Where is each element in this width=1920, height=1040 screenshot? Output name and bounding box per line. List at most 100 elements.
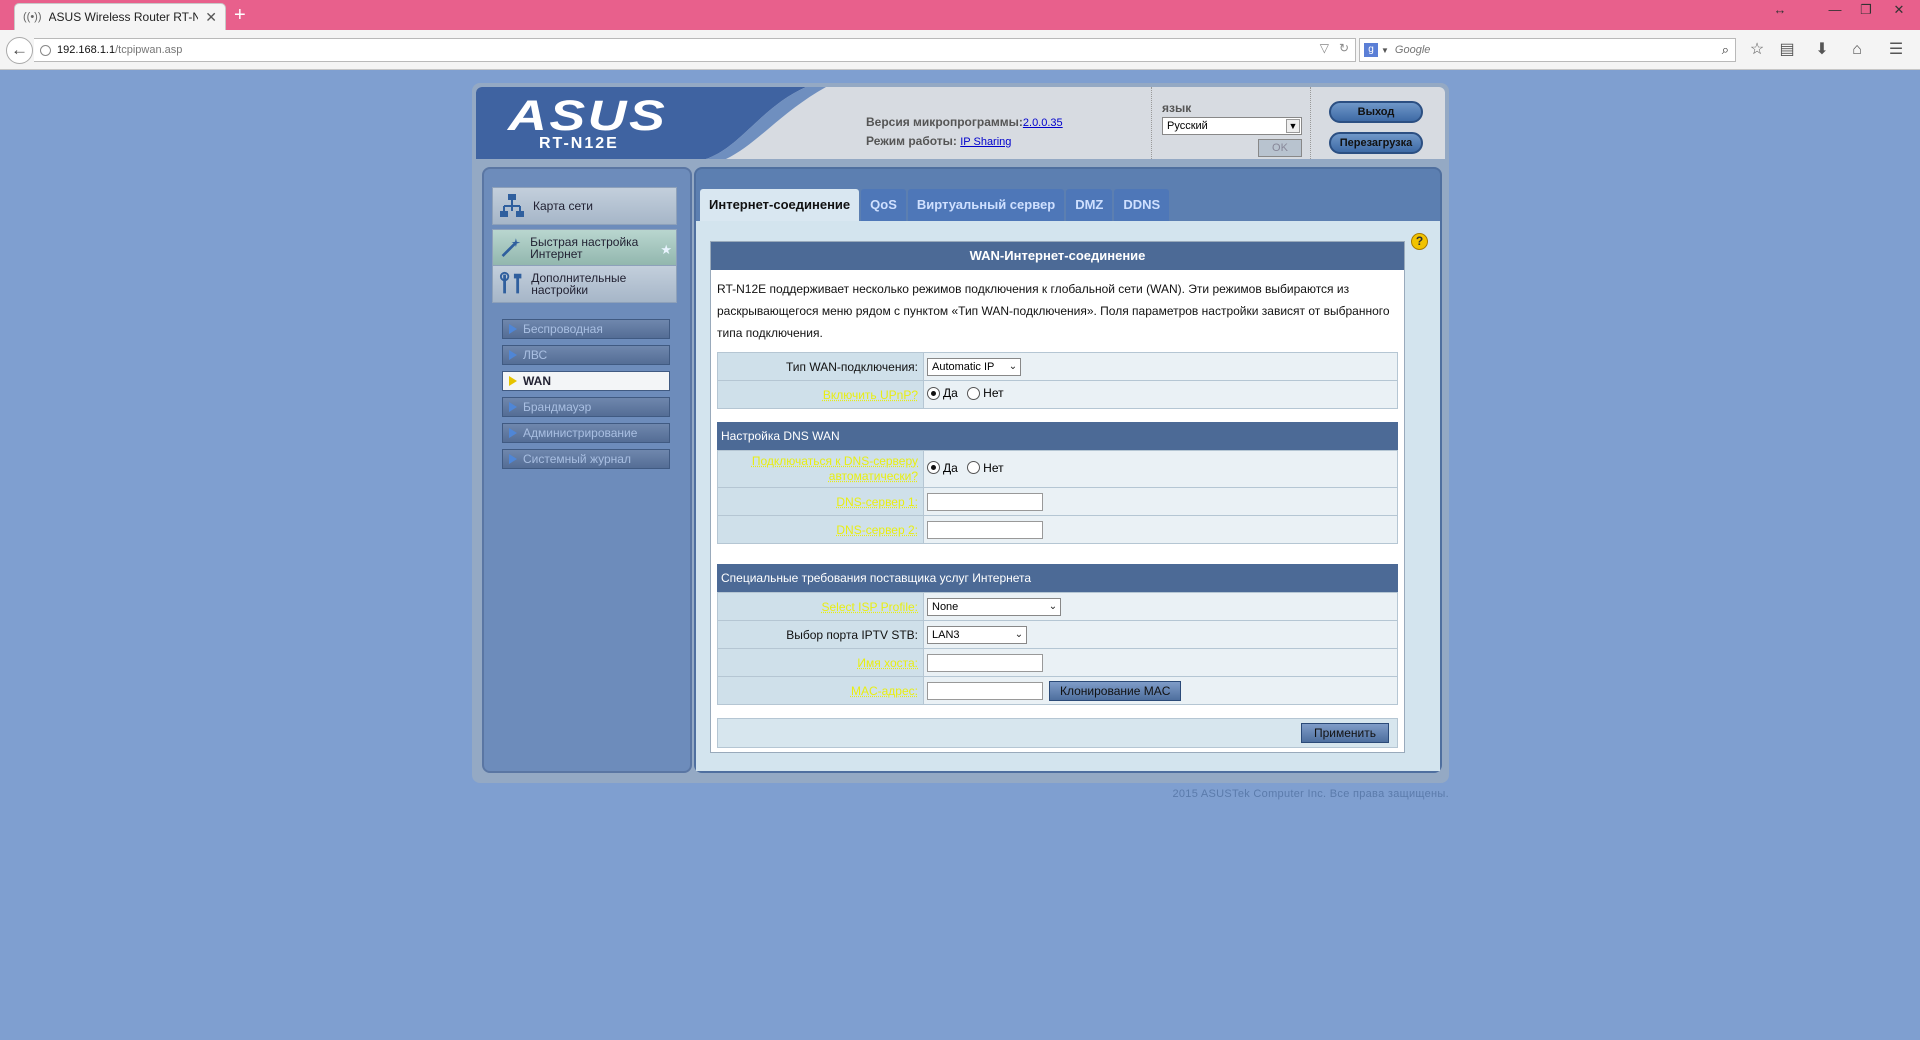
wan-settings-box: WAN-Интернет-соединение RT-N12E поддержи…	[710, 241, 1405, 753]
tab-bar: Интернет-соединение QoS Виртуальный серв…	[700, 189, 1170, 221]
dns1-input[interactable]	[927, 492, 1043, 511]
mac-label[interactable]: MAC-адрес:	[717, 676, 924, 705]
reboot-button[interactable]: Перезагрузка	[1329, 132, 1423, 154]
table-row: Имя хоста:	[717, 648, 1398, 677]
radio-label: Нет	[983, 386, 1004, 401]
table-row: Подключаться к DNS-серверу автоматически…	[717, 450, 1398, 488]
address-bar[interactable]: 192.168.1.1/tcpipwan.asp ▽ ↻	[34, 38, 1356, 62]
sidebar-item-advanced[interactable]: Дополнительные настройки	[492, 265, 677, 303]
upnp-no-radio[interactable]: Нет	[967, 386, 1004, 401]
tab-title: ASUS Wireless Router RT-N...	[48, 10, 199, 24]
resize-icon[interactable]: ↔	[1765, 1, 1795, 21]
firmware-version-link[interactable]: 2.0.0.35	[1023, 117, 1063, 129]
search-icon[interactable]: ⌕	[1722, 42, 1729, 58]
sidebar-item-quick-setup[interactable]: Быстрая настройка Интернет ★	[492, 229, 677, 267]
search-bar[interactable]: g ▼ ⌕	[1359, 38, 1736, 62]
sidebar-item-wireless[interactable]: Беспроводная	[502, 319, 670, 339]
mode-link[interactable]: IP Sharing	[960, 136, 1011, 148]
iptv-label: Выбор порта IPTV STB:	[717, 620, 924, 649]
upnp-label[interactable]: Включить UPnP?	[717, 380, 924, 409]
minimize-button[interactable]: —	[1820, 1, 1850, 21]
sidebar-item-network-map[interactable]: Карта сети	[492, 187, 677, 225]
dns-auto-label[interactable]: Подключаться к DNS-серверу автоматически…	[717, 450, 924, 488]
bookmark-star-icon[interactable]: ☆	[1747, 42, 1767, 60]
isp-profile-label[interactable]: Select ISP Profile:	[717, 592, 924, 621]
maximize-button[interactable]: ❐	[1851, 1, 1881, 21]
box-description: RT-N12E поддерживает несколько режимов п…	[717, 282, 1390, 340]
url-path: /tcpipwan.asp	[115, 44, 183, 56]
mac-input[interactable]	[927, 681, 1043, 700]
mode-label: Режим работы:	[866, 134, 957, 148]
home-icon[interactable]: ⌂	[1847, 42, 1867, 60]
tab-internet-connection[interactable]: Интернет-соединение	[700, 189, 860, 221]
box-title: WAN-Интернет-соединение	[711, 242, 1404, 270]
wan-type-select[interactable]: Automatic IP ⌄	[927, 357, 1021, 376]
table-row: Select ISP Profile: None ⌄	[717, 592, 1398, 621]
hostname-label[interactable]: Имя хоста:	[717, 648, 924, 677]
dropdown-icon[interactable]: ▽	[1320, 41, 1329, 55]
browser-tab[interactable]: ((•)) ASUS Wireless Router RT-N... ✕	[14, 3, 226, 30]
reload-icon[interactable]: ↻	[1339, 41, 1349, 55]
new-tab-button[interactable]: +	[234, 4, 246, 26]
browser-navbar: ← 192.168.1.1/tcpipwan.asp ▽ ↻ g ▼ ⌕ ☆ ▤…	[0, 30, 1920, 70]
table-row: DNS-сервер 2:	[717, 515, 1398, 544]
dns-section-header: Настройка DNS WAN	[717, 422, 1398, 450]
menu-icon[interactable]: ☰	[1886, 42, 1906, 60]
logout-button[interactable]: Выход	[1329, 101, 1423, 123]
isp-profile-select[interactable]: None ⌄	[927, 597, 1061, 616]
tab-ddns[interactable]: DDNS	[1114, 189, 1170, 221]
reading-list-icon[interactable]: ▤	[1777, 42, 1797, 60]
hostname-input[interactable]	[927, 653, 1043, 672]
table-row: Тип WAN-подключения: Automatic IP ⌄	[717, 352, 1398, 381]
sidebar-item-label: Администрирование	[523, 426, 638, 440]
dns2-input[interactable]	[927, 520, 1043, 539]
mode-line: Режим работы: IP Sharing	[866, 134, 1011, 148]
isp-table: Select ISP Profile: None ⌄ Выбор порта IP…	[717, 592, 1398, 705]
google-icon[interactable]: g	[1364, 43, 1378, 57]
close-window-button[interactable]: ✕	[1884, 1, 1914, 21]
language-select[interactable]: Русский ▼	[1162, 117, 1302, 135]
isp-profile-value: None	[932, 600, 959, 613]
language-value: Русский	[1167, 120, 1208, 132]
arrow-right-icon	[509, 324, 517, 334]
tab-virtual-server[interactable]: Виртуальный сервер	[907, 189, 1065, 221]
asus-logo: ASUS	[508, 92, 668, 140]
url-host: 192.168.1.1	[57, 44, 116, 56]
browser-titlebar: ((•)) ASUS Wireless Router RT-N... ✕ + ↔…	[0, 0, 1920, 30]
tab-dmz[interactable]: DMZ	[1066, 189, 1113, 221]
clone-mac-button[interactable]: Клонирование MAC	[1049, 680, 1182, 701]
iptv-select[interactable]: LAN3 ⌄	[927, 625, 1027, 644]
iptv-value: LAN3	[932, 628, 960, 641]
arrow-right-icon	[509, 402, 517, 412]
sidebar-item-label: Быстрая настройка Интернет	[530, 235, 639, 261]
main-content: Интернет-соединение QoS Виртуальный серв…	[694, 167, 1442, 773]
sidebar-item-label: Брандмауэр	[523, 400, 592, 414]
sidebar-item-syslog[interactable]: Системный журнал	[502, 449, 670, 469]
wan-type-table: Тип WAN-подключения: Automatic IP ⌄ Включ…	[717, 352, 1398, 409]
chevron-down-icon: ⌄	[1008, 360, 1018, 372]
dns2-label[interactable]: DNS-сервер 2:	[717, 515, 924, 544]
dns1-label[interactable]: DNS-сервер 1:	[717, 487, 924, 516]
wan-type-value: Automatic IP	[932, 360, 995, 373]
back-button[interactable]: ←	[6, 37, 33, 64]
sidebar-item-lan[interactable]: ЛВС	[502, 345, 670, 365]
dns-auto-yes-radio[interactable]: Да	[927, 461, 958, 475]
language-label: язык	[1162, 101, 1192, 115]
sidebar-item-firewall[interactable]: Брандмауэр	[502, 397, 670, 417]
sidebar-item-administration[interactable]: Администрирование	[502, 423, 670, 443]
sidebar: Карта сети Быстрая настройка Интернет ★ …	[482, 167, 692, 773]
ok-button[interactable]: OK	[1258, 139, 1302, 157]
tab-qos[interactable]: QoS	[861, 189, 906, 221]
sidebar-item-wan[interactable]: WAN	[502, 371, 670, 391]
sidebar-item-label: Дополнительные настройки	[531, 271, 627, 297]
help-icon[interactable]: ?	[1411, 233, 1428, 250]
chevron-down-icon[interactable]: ▼	[1381, 46, 1389, 55]
router-header: ASUS RT-N12E Версия микропрограммы:2.0.0…	[476, 87, 1445, 159]
download-icon[interactable]: ⬇	[1812, 42, 1832, 60]
upnp-yes-radio[interactable]: Да	[927, 386, 958, 400]
dns-auto-no-radio[interactable]: Нет	[967, 461, 1004, 475]
search-input[interactable]	[1394, 44, 1735, 56]
close-tab-icon[interactable]: ✕	[205, 9, 217, 26]
apply-button[interactable]: Применить	[1300, 723, 1389, 743]
radio-unchecked-icon	[967, 461, 981, 475]
